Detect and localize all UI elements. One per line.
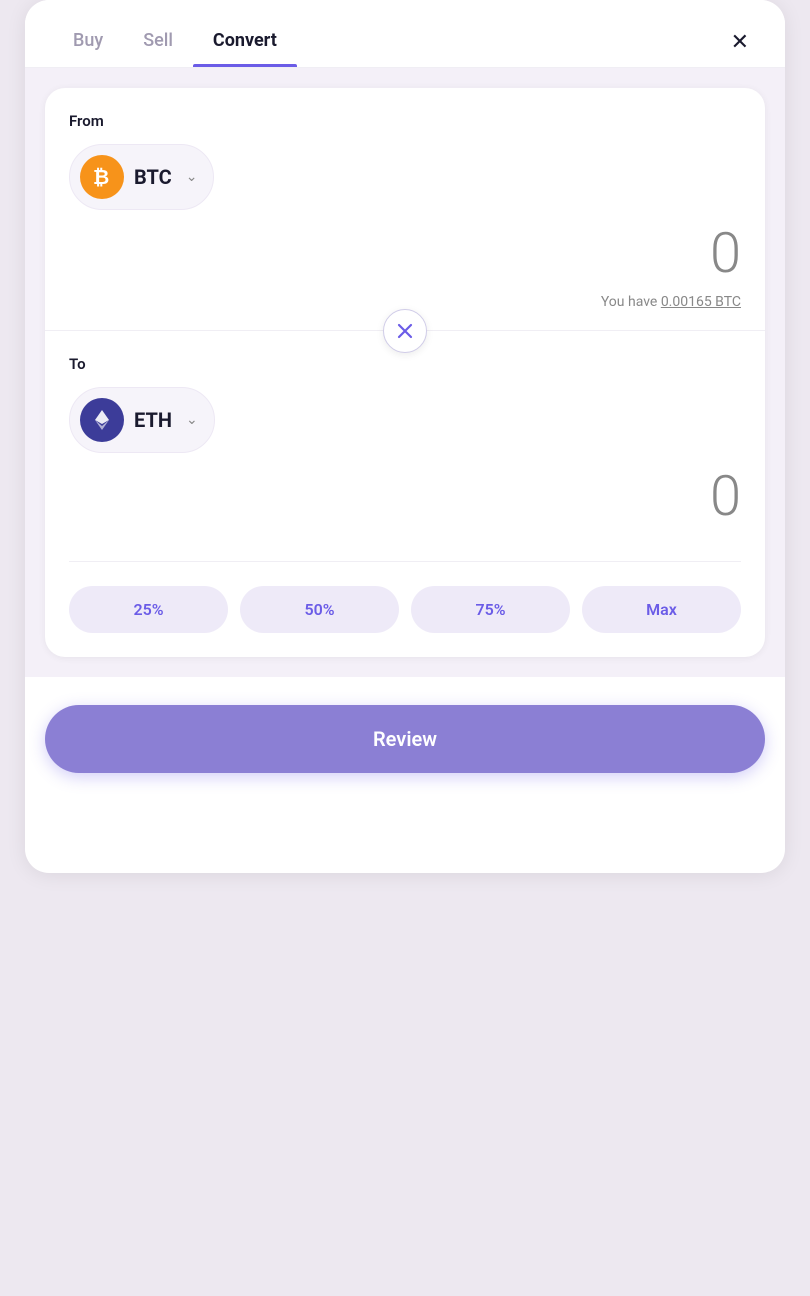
from-currency-symbol: BTC [134, 165, 172, 189]
to-label: To [69, 355, 741, 373]
divider-section [45, 330, 765, 331]
to-currency-symbol: ETH [134, 408, 172, 432]
pct-75-button[interactable]: 75% [411, 586, 570, 633]
svg-text:₿: ₿ [93, 165, 109, 189]
tab-convert[interactable]: Convert [193, 18, 297, 67]
to-section: To ETH ⌄ 0 [69, 331, 741, 537]
percentage-row: 25% 50% 75% Max [69, 561, 741, 633]
to-currency-selector[interactable]: ETH ⌄ [69, 387, 215, 453]
from-label: From [69, 112, 741, 130]
bottom-nav-placeholder [25, 793, 785, 873]
eth-icon [80, 398, 124, 442]
from-section: From ₿ BTC ⌄ 0 You have [69, 112, 741, 330]
convert-card: From ₿ BTC ⌄ 0 You have [45, 88, 765, 657]
pct-50-button[interactable]: 50% [240, 586, 399, 633]
tab-sell[interactable]: Sell [123, 18, 193, 67]
pct-25-button[interactable]: 25% [69, 586, 228, 633]
convert-content: From ₿ BTC ⌄ 0 You have [25, 68, 785, 677]
balance-text: You have [601, 294, 657, 310]
tab-buy[interactable]: Buy [53, 18, 123, 67]
pct-max-button[interactable]: Max [582, 586, 741, 633]
from-amount[interactable]: 0 [69, 210, 741, 294]
review-section: Review [25, 677, 785, 793]
review-button[interactable]: Review [45, 705, 765, 773]
swap-button[interactable] [383, 309, 427, 353]
to-chevron-icon: ⌄ [186, 412, 198, 428]
modal-card: Buy Sell Convert ✕ From ₿ BTC [25, 0, 785, 873]
btc-icon: ₿ [80, 155, 124, 199]
balance-value[interactable]: 0.00165 BTC [661, 294, 741, 310]
modal-container: Buy Sell Convert ✕ From ₿ BTC [0, 0, 810, 1296]
close-button[interactable]: ✕ [723, 24, 757, 62]
from-chevron-icon: ⌄ [186, 169, 198, 185]
to-amount: 0 [69, 453, 741, 537]
tabs-header: Buy Sell Convert ✕ [25, 0, 785, 68]
from-currency-selector[interactable]: ₿ BTC ⌄ [69, 144, 214, 210]
